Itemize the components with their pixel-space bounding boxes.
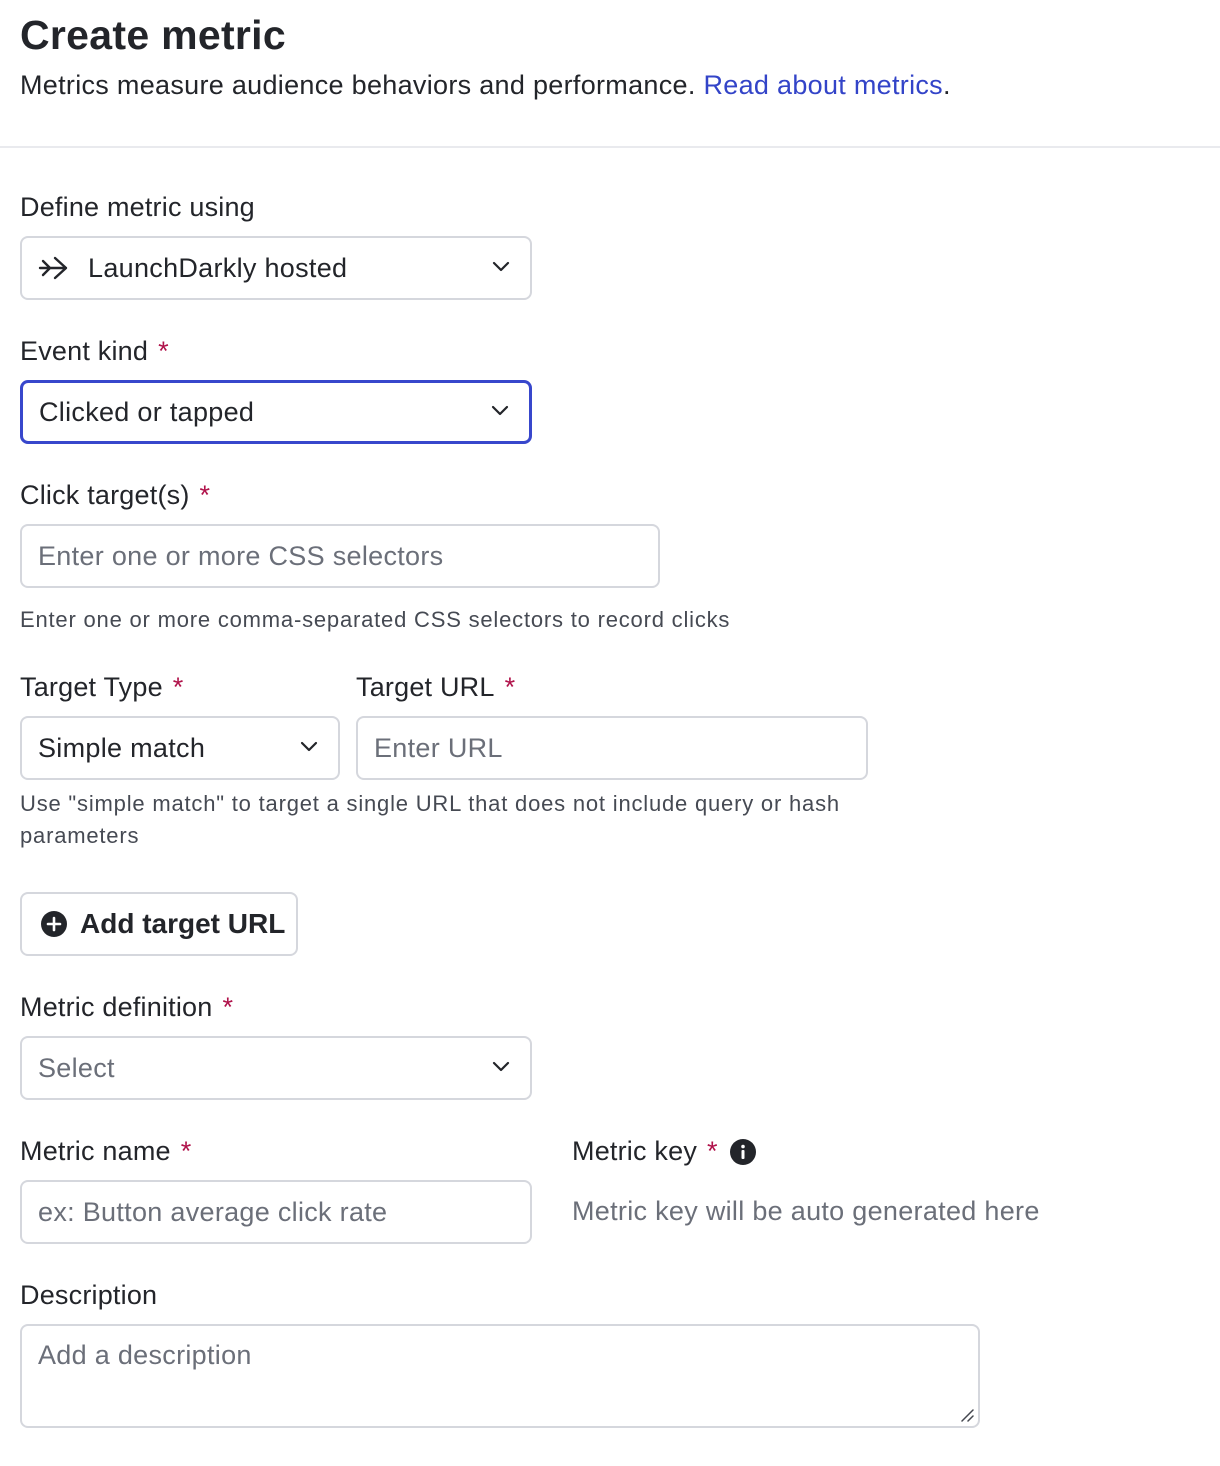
description-textarea[interactable]: Add a description <box>20 1324 980 1428</box>
metric-name-placeholder: ex: Button average click rate <box>38 1196 388 1227</box>
chevron-down-icon <box>300 741 318 752</box>
page-title: Create metric <box>20 12 286 58</box>
metric-name-input[interactable]: ex: Button average click rate <box>20 1180 532 1244</box>
required-asterisk: * <box>172 672 184 702</box>
target-url-input[interactable]: Enter URL <box>356 716 868 780</box>
metric-name-label-text: Metric name <box>20 1136 171 1166</box>
required-asterisk: * <box>199 480 211 510</box>
metric-key-placeholder: Metric key will be auto generated here <box>572 1196 1040 1226</box>
arrow-right-icon <box>38 255 70 281</box>
description-placeholder: Add a description <box>38 1340 252 1370</box>
define-metric-value: LaunchDarkly hosted <box>88 252 348 283</box>
info-icon[interactable] <box>729 1138 756 1165</box>
click-targets-help: Enter one or more comma-separated CSS se… <box>20 607 731 632</box>
metric-key-label-text: Metric key <box>572 1136 698 1166</box>
description-label: Description <box>20 1280 157 1311</box>
define-metric-select[interactable]: LaunchDarkly hosted <box>20 236 532 300</box>
subtitle-period: . <box>942 70 951 100</box>
page-header: Create metric Metrics measure audience b… <box>0 0 1220 148</box>
target-url-label-text: Target URL <box>356 672 495 702</box>
click-targets-input[interactable]: Enter one or more CSS selectors <box>20 524 660 588</box>
page-subtitle: Metrics measure audience behaviors and p… <box>20 70 951 101</box>
target-type-label-text: Target Type <box>20 672 163 702</box>
define-metric-label: Define metric using <box>20 192 255 223</box>
chevron-down-icon <box>491 405 509 416</box>
add-target-url-label: Add target URL <box>80 908 286 939</box>
subtitle-text: Metrics measure audience behaviors and p… <box>20 70 696 100</box>
target-type-value: Simple match <box>38 732 206 763</box>
event-kind-label: Event kind * <box>20 336 169 367</box>
click-targets-label: Click target(s) * <box>20 480 210 511</box>
add-target-url-button[interactable]: Add target URL <box>20 892 298 956</box>
resize-handle-icon[interactable] <box>958 1406 974 1422</box>
required-asterisk: * <box>180 1136 192 1166</box>
define-metric-label-text: Define metric using <box>20 192 255 222</box>
click-targets-placeholder: Enter one or more CSS selectors <box>38 540 444 571</box>
chevron-down-icon <box>492 1061 510 1072</box>
plus-circle-icon <box>40 910 68 938</box>
chevron-down-icon <box>492 261 510 272</box>
metric-definition-label: Metric definition * <box>20 992 233 1023</box>
description-label-text: Description <box>20 1280 158 1310</box>
target-url-label: Target URL * <box>356 672 515 703</box>
required-asterisk: * <box>158 336 169 366</box>
target-url-placeholder: Enter URL <box>374 732 503 763</box>
event-kind-select[interactable]: Clicked or tapped <box>20 380 532 444</box>
required-asterisk: * <box>222 992 234 1022</box>
metric-definition-select[interactable]: Select <box>20 1036 532 1100</box>
target-type-select[interactable]: Simple match <box>20 716 340 780</box>
event-kind-value: Clicked or tapped <box>39 396 255 427</box>
target-url-help: Use "simple match" to target a single UR… <box>20 791 840 848</box>
event-kind-label-text: Event kind <box>20 336 149 366</box>
click-targets-label-text: Click target(s) <box>20 480 190 510</box>
metric-key-label: Metric key * <box>572 1136 756 1167</box>
required-asterisk: * <box>504 672 516 702</box>
metric-definition-placeholder: Select <box>38 1052 115 1083</box>
metric-definition-label-text: Metric definition <box>20 992 213 1022</box>
metric-name-label: Metric name * <box>20 1136 191 1167</box>
target-type-label: Target Type * <box>20 672 184 703</box>
required-asterisk: * <box>707 1136 718 1166</box>
read-about-metrics-link[interactable]: Read about metrics <box>703 70 943 100</box>
